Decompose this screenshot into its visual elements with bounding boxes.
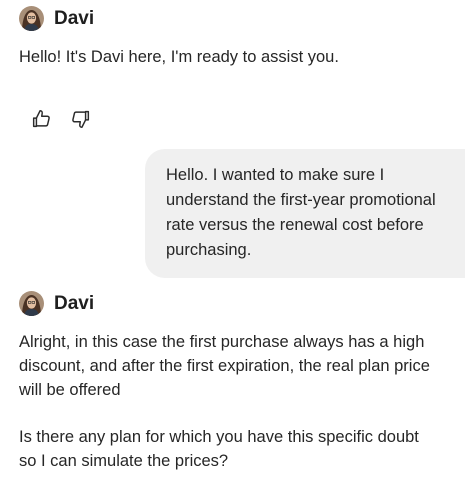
agent-message: Alright, in this case the first purchase… [19,333,430,399]
agent-name: Davi [54,292,95,314]
person-avatar-icon [19,6,44,31]
user-message: Hello. I wanted to make sure I understan… [166,166,436,259]
chat-transcript: Davi Hello! It's Davi here, I'm ready to… [0,0,470,477]
thumbs-up-icon[interactable] [29,107,53,131]
agent-header: Davi [19,291,94,316]
thumbs-down-icon[interactable] [69,107,93,131]
agent-message: Is there any plan for which you have thi… [19,428,419,470]
agent-header: Davi [19,6,94,31]
feedback-actions [29,107,93,131]
agent-message: Hello! It's Davi here, I'm ready to assi… [19,48,339,66]
agent-name: Davi [54,7,95,29]
person-avatar-icon [19,291,44,316]
user-message-bubble: Hello. I wanted to make sure I understan… [145,149,465,278]
